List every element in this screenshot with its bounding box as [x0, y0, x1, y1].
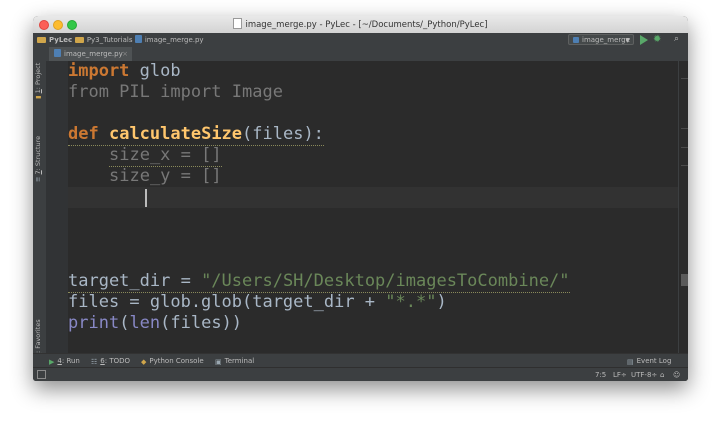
- code-token: target_dir =: [68, 271, 202, 291]
- terminal-icon: ▣: [215, 358, 222, 366]
- python-console-icon: ◆: [141, 358, 147, 366]
- ide-window: image_merge.py - PyLec - [~/Documents/_P…: [33, 16, 688, 381]
- breadcrumb-label: image_merge.py: [144, 36, 204, 44]
- tool-number: 7: [34, 170, 42, 175]
- chevron-right-icon: ›: [69, 36, 72, 44]
- run-icon[interactable]: [640, 35, 648, 45]
- tool-label: Event Log: [636, 357, 672, 365]
- breadcrumb-file[interactable]: › image_merge.py: [129, 35, 204, 45]
- caret-position[interactable]: 7:5: [595, 370, 606, 380]
- todo-tool-button[interactable]: ☷ 6: TODO: [91, 356, 130, 366]
- code-editor[interactable]: import glob from PIL import Image def ca…: [68, 61, 678, 353]
- unused-variable-text: size_x = []: [109, 145, 222, 167]
- code-line-1: import glob: [68, 61, 678, 82]
- builtin-token: print: [68, 313, 120, 333]
- python-console-tool-button[interactable]: ◆ Python Console: [141, 356, 204, 366]
- structure-tool-tab[interactable]: ≡ 7: Structure: [34, 136, 42, 182]
- tool-label: : Project: [34, 62, 42, 90]
- search-icon[interactable]: ⌕: [674, 34, 679, 45]
- bottom-tool-bar: ▶ 4: Run ☷ 6: TODO ◆ Python Console ▣ Termin…: [33, 353, 688, 368]
- chevron-down-icon: ▼: [625, 37, 630, 44]
- code-line-2: from PIL import Image: [68, 82, 678, 103]
- code-token: glob: [129, 61, 181, 81]
- code-line-7-current: [68, 187, 678, 208]
- run-configuration-select[interactable]: image_merge ▼: [568, 34, 634, 45]
- keyword-token: import: [68, 61, 130, 81]
- keyword-token: def: [68, 124, 99, 144]
- breadcrumb-project[interactable]: PyLec: [37, 35, 72, 45]
- code-token: (: [119, 313, 130, 333]
- folder-icon: [37, 37, 46, 43]
- event-log-icon: ▤: [627, 358, 634, 366]
- run-configuration-label: image_merge: [582, 36, 630, 44]
- project-tool-tab[interactable]: ▮ 1: Project: [34, 63, 42, 99]
- code-line-5: size_x = []: [68, 145, 678, 167]
- stripe-marker[interactable]: [681, 78, 688, 79]
- structure-icon: ≡: [34, 176, 42, 182]
- line-separator[interactable]: LF÷: [613, 370, 627, 380]
- python-file-icon: [54, 49, 61, 57]
- error-stripe[interactable]: [678, 61, 688, 353]
- window-title-area: image_merge.py - PyLec - [~/Documents/_P…: [33, 18, 688, 30]
- stripe-marker[interactable]: [681, 128, 688, 129]
- left-tool-strip: ▮ 1: Project ≡ 7: Structure ★ 2: Favorit…: [33, 47, 47, 365]
- python-file-icon: [573, 37, 579, 43]
- todo-icon: ☷: [91, 358, 98, 366]
- code-token: ): [436, 292, 447, 312]
- unused-variable-text: size_y = []: [109, 166, 222, 186]
- file-encoding[interactable]: UTF-8÷: [631, 370, 657, 380]
- stripe-marker[interactable]: [681, 147, 688, 148]
- navigation-bar: PyLec › Py3_Tutorials › image_merge.py ima…: [33, 33, 688, 48]
- status-toggle-icon[interactable]: [37, 370, 46, 380]
- string-token: "/Users/SH/Desktop/imagesToCombine/": [201, 271, 570, 291]
- scroll-thumb[interactable]: [681, 274, 688, 286]
- code-line-11: files = glob.glob(target_dir + "*.*"): [68, 292, 678, 313]
- debug-icon[interactable]: ✹: [653, 34, 661, 45]
- run-icon: ▶: [49, 358, 55, 366]
- tool-label: : Structure: [34, 135, 42, 171]
- python-file-icon: [134, 35, 142, 43]
- code-token: (files)): [160, 313, 243, 333]
- stripe-marker[interactable]: [681, 165, 688, 166]
- run-tool-button[interactable]: ▶ 4: Run: [49, 356, 80, 366]
- tool-label: : Run: [61, 357, 80, 365]
- editor-tab-image-merge[interactable]: image_merge.py ×: [49, 47, 132, 61]
- code-token: (files):: [242, 124, 324, 144]
- editor-tab-bar: image_merge.py ×: [46, 47, 688, 62]
- editor-gutter: [46, 61, 80, 353]
- unused-import-text: from PIL import Image: [68, 82, 283, 102]
- tool-label: Terminal: [224, 357, 255, 365]
- code-line-4: def calculateSize(files):: [68, 124, 678, 146]
- inspector-icon[interactable]: ☺: [673, 370, 680, 380]
- window-title: image_merge.py - PyLec - [~/Documents/_P…: [245, 20, 488, 30]
- code-token: files = glob.glob(target_dir +: [68, 292, 386, 312]
- breadcrumb-label: Py3_Tutorials: [86, 36, 133, 44]
- text-caret: [145, 189, 147, 207]
- event-log-tool-button[interactable]: ▤ Event Log: [627, 356, 671, 366]
- tool-label: Python Console: [149, 357, 204, 365]
- tool-number: 1: [34, 89, 42, 94]
- tool-label: : Favorites: [34, 319, 42, 353]
- tool-label: : TODO: [104, 357, 131, 365]
- code-line-12: print(len(files)): [68, 313, 678, 334]
- builtin-token: len: [129, 313, 161, 333]
- folder-icon: [74, 37, 84, 43]
- status-bar: 7:5 LF÷ UTF-8÷ ⌂ ☺: [33, 367, 688, 381]
- chevron-right-icon: ›: [129, 36, 132, 44]
- close-tab-icon[interactable]: ×: [122, 47, 128, 61]
- lock-icon[interactable]: ⌂: [660, 370, 664, 380]
- function-name-token: calculateSize: [108, 124, 243, 144]
- folder-icon: ▮: [34, 95, 42, 99]
- document-icon: [233, 18, 243, 29]
- code-line-6: size_y = []: [68, 166, 678, 187]
- title-bar: image_merge.py - PyLec - [~/Documents/_P…: [33, 16, 688, 34]
- breadcrumb-folder[interactable]: › Py3_Tutorials: [69, 35, 133, 45]
- code-line-10: target_dir = "/Users/SH/Desktop/imagesTo…: [68, 271, 678, 293]
- string-token: "*.*": [385, 292, 437, 312]
- tab-label: image_merge.py: [64, 50, 123, 58]
- terminal-tool-button[interactable]: ▣ Terminal: [215, 356, 254, 366]
